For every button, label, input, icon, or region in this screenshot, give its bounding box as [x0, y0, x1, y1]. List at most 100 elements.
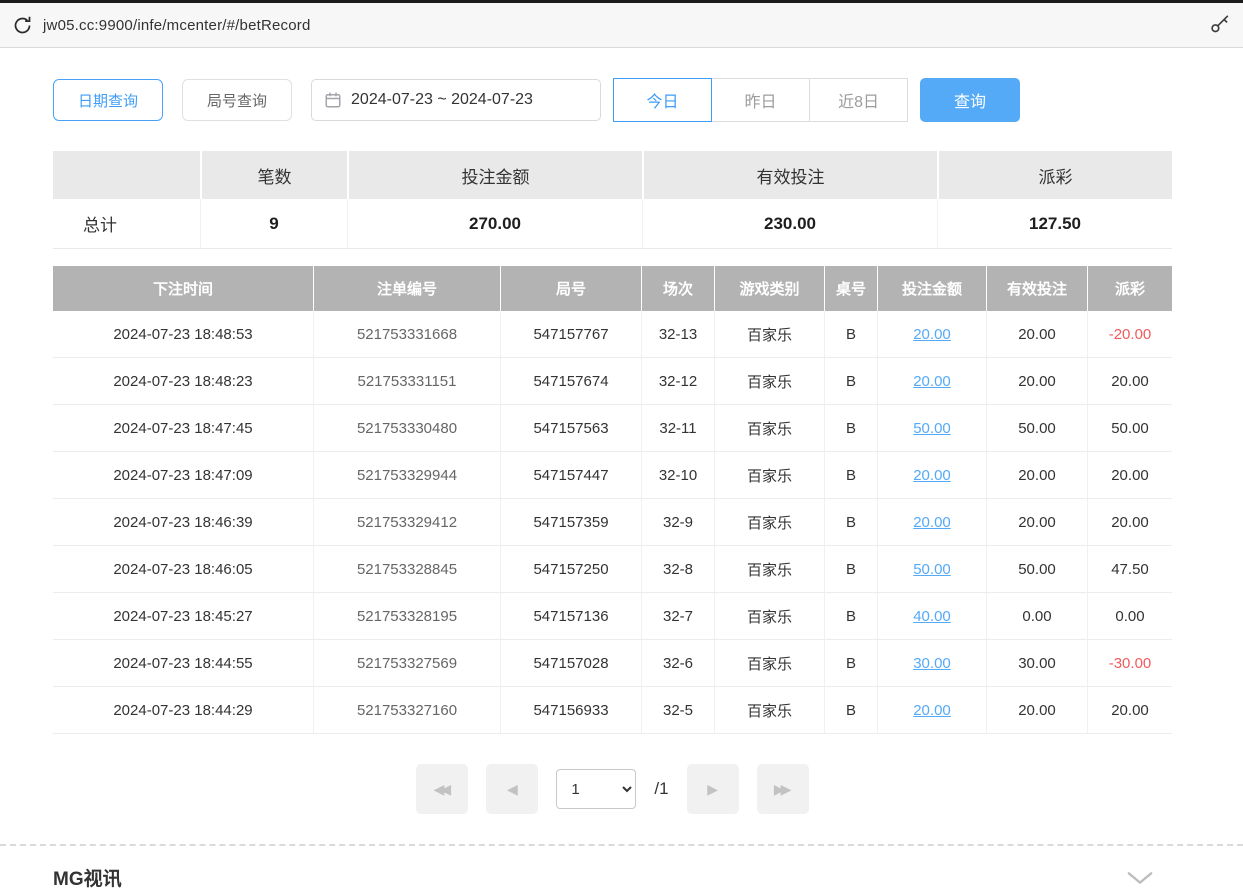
cell-round-id: 547157359 [500, 499, 641, 546]
bet-amount-link[interactable]: 50.00 [913, 420, 951, 437]
cell-session: 32-9 [641, 499, 714, 546]
col-header-round-id: 局号 [500, 266, 641, 311]
cell-table-no: B [824, 593, 877, 640]
cell-valid-bet: 20.00 [986, 687, 1087, 734]
summary-header-valid-bet: 有效投注 [642, 151, 937, 199]
cell-time: 2024-07-23 18:47:45 [53, 405, 313, 452]
game-section-header: MG视讯 [53, 864, 1172, 891]
url-text[interactable]: jw05.cc:9900/infe/mcenter/#/betRecord [43, 17, 311, 34]
cell-table-no: B [824, 405, 877, 452]
bet-amount-link[interactable]: 30.00 [913, 655, 951, 672]
col-header-payout: 派彩 [1087, 266, 1172, 311]
cell-round-id: 547157767 [500, 311, 641, 358]
bet-table-row: 2024-07-23 18:47:45521753330480547157563… [53, 405, 1172, 452]
browser-url-bar: jw05.cc:9900/infe/mcenter/#/betRecord [0, 0, 1243, 48]
cell-order-id: 521753327569 [313, 640, 500, 687]
col-header-game-type: 游戏类别 [714, 266, 824, 311]
page-select[interactable]: 1 [556, 769, 636, 809]
summary-total-label: 总计 [53, 199, 200, 249]
cell-valid-bet: 20.00 [986, 499, 1087, 546]
col-header-order-id: 注单编号 [313, 266, 500, 311]
bet-table-row: 2024-07-23 18:44:29521753327160547156933… [53, 687, 1172, 734]
double-chevron-right-icon: ▶▶ [774, 781, 792, 798]
password-key-icon[interactable] [1209, 14, 1231, 36]
bet-table-row: 2024-07-23 18:44:55521753327569547157028… [53, 640, 1172, 687]
summary-header-payout: 派彩 [937, 151, 1172, 199]
filter-bar: 日期查询 局号查询 2024-07-23 ~ 2024-07-23 今日 昨日 … [53, 78, 1172, 122]
bet-amount-link[interactable]: 20.00 [913, 702, 951, 719]
quick-range-group: 今日 昨日 近8日 [613, 78, 908, 122]
summary-header-count: 笔数 [200, 151, 347, 199]
cell-session: 32-7 [641, 593, 714, 640]
cell-order-id: 521753329944 [313, 452, 500, 499]
cell-session: 32-5 [641, 687, 714, 734]
cell-game-type: 百家乐 [714, 593, 824, 640]
col-header-table-no: 桌号 [824, 266, 877, 311]
date-range-input[interactable]: 2024-07-23 ~ 2024-07-23 [311, 79, 601, 121]
summary-table: 笔数 投注金额 有效投注 派彩 总计 9 270.00 230.00 127.5… [53, 151, 1172, 249]
cell-session: 32-10 [641, 452, 714, 499]
cell-game-type: 百家乐 [714, 452, 824, 499]
cell-payout: 20.00 [1087, 687, 1172, 734]
cell-time: 2024-07-23 18:48:23 [53, 358, 313, 405]
bet-table-row: 2024-07-23 18:48:53521753331668547157767… [53, 311, 1172, 358]
cell-table-no: B [824, 499, 877, 546]
cell-game-type: 百家乐 [714, 687, 824, 734]
cell-round-id: 547156933 [500, 687, 641, 734]
round-query-tab[interactable]: 局号查询 [182, 79, 292, 121]
cell-game-type: 百家乐 [714, 546, 824, 593]
prev-page-button[interactable]: ◀ [486, 764, 538, 814]
bet-amount-link[interactable]: 50.00 [913, 561, 951, 578]
bet-amount-link[interactable]: 20.00 [913, 467, 951, 484]
cell-payout: -20.00 [1087, 311, 1172, 358]
search-button[interactable]: 查询 [920, 78, 1020, 122]
cell-bet-amount: 50.00 [877, 405, 986, 452]
section-title: MG视讯 [53, 864, 122, 891]
cell-valid-bet: 20.00 [986, 452, 1087, 499]
cell-table-no: B [824, 358, 877, 405]
bet-table-row: 2024-07-23 18:46:39521753329412547157359… [53, 499, 1172, 546]
cell-time: 2024-07-23 18:45:27 [53, 593, 313, 640]
cell-session: 32-13 [641, 311, 714, 358]
cell-valid-bet: 20.00 [986, 358, 1087, 405]
summary-total-valid-bet: 230.00 [642, 199, 937, 249]
cell-bet-amount: 40.00 [877, 593, 986, 640]
quick-yesterday-button[interactable]: 昨日 [711, 78, 810, 122]
cell-session: 32-12 [641, 358, 714, 405]
quick-8days-button[interactable]: 近8日 [809, 78, 908, 122]
cell-payout: 20.00 [1087, 358, 1172, 405]
cell-table-no: B [824, 311, 877, 358]
bet-amount-link[interactable]: 20.00 [913, 373, 951, 390]
cell-order-id: 521753331668 [313, 311, 500, 358]
summary-total-count: 9 [200, 199, 347, 249]
cell-round-id: 547157674 [500, 358, 641, 405]
cell-bet-amount: 20.00 [877, 499, 986, 546]
col-header-time: 下注时间 [53, 266, 313, 311]
first-page-button[interactable]: ◀◀ [416, 764, 468, 814]
collapse-chevron-icon[interactable] [1126, 871, 1154, 885]
bet-amount-link[interactable]: 40.00 [913, 608, 951, 625]
bet-table-row: 2024-07-23 18:47:09521753329944547157447… [53, 452, 1172, 499]
bet-amount-link[interactable]: 20.00 [913, 326, 951, 343]
cell-game-type: 百家乐 [714, 311, 824, 358]
cell-order-id: 521753329412 [313, 499, 500, 546]
cell-time: 2024-07-23 18:48:53 [53, 311, 313, 358]
cell-bet-amount: 20.00 [877, 452, 986, 499]
col-header-valid-bet: 有效投注 [986, 266, 1087, 311]
cell-time: 2024-07-23 18:47:09 [53, 452, 313, 499]
next-page-button[interactable]: ▶ [687, 764, 739, 814]
cell-game-type: 百家乐 [714, 405, 824, 452]
cell-round-id: 547157028 [500, 640, 641, 687]
cell-order-id: 521753328845 [313, 546, 500, 593]
cell-payout: 50.00 [1087, 405, 1172, 452]
date-query-tab[interactable]: 日期查询 [53, 79, 163, 121]
bet-amount-link[interactable]: 20.00 [913, 514, 951, 531]
cell-valid-bet: 50.00 [986, 546, 1087, 593]
cell-time: 2024-07-23 18:44:55 [53, 640, 313, 687]
cell-table-no: B [824, 640, 877, 687]
last-page-button[interactable]: ▶▶ [757, 764, 809, 814]
site-sync-icon[interactable] [12, 15, 33, 36]
cell-game-type: 百家乐 [714, 640, 824, 687]
bet-table-row: 2024-07-23 18:45:27521753328195547157136… [53, 593, 1172, 640]
quick-today-button[interactable]: 今日 [613, 78, 712, 122]
